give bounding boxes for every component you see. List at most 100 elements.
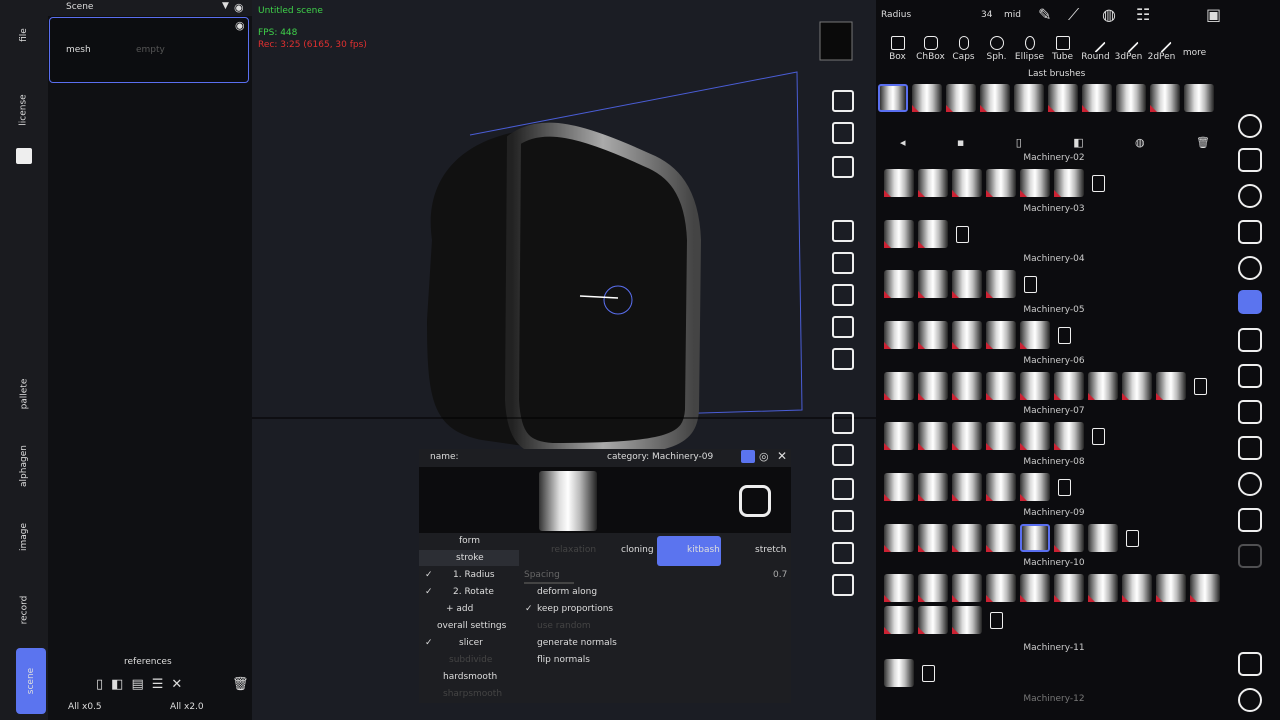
brush-thumb[interactable] [1054,372,1084,400]
brush-thumb[interactable] [1054,574,1084,602]
window-icon[interactable]: ▣ [1206,5,1221,24]
clip-icon[interactable] [1238,328,1262,352]
menu-radius[interactable]: 1. Radius [453,570,495,580]
merge-icon[interactable]: ▤ [131,677,143,692]
brush-thumb[interactable] [986,321,1016,349]
brush-thumb[interactable] [884,422,914,450]
tool-3dpen[interactable]: 3dPen [1112,33,1145,62]
brush-thumb[interactable] [1054,169,1084,197]
last-brush[interactable] [1014,84,1044,112]
rotate-check[interactable]: ✓ [425,587,433,597]
chevron-down-icon[interactable]: ▼ [222,1,229,11]
last-brush[interactable] [946,84,976,112]
pick-icon[interactable]: ✎ [1038,5,1051,24]
brush-thumb[interactable] [1190,574,1220,602]
brush-thumb[interactable] [918,372,948,400]
brush-thumb[interactable] [952,473,982,501]
brush-thumb[interactable] [952,606,982,634]
brush-thumb[interactable] [884,524,914,552]
brush-thumb[interactable] [884,574,914,602]
tab-pallete[interactable]: pallete [0,376,48,412]
brush-thumb[interactable] [952,422,982,450]
last-brush[interactable] [1082,84,1112,112]
tripod-icon[interactable] [1238,508,1262,532]
brush-icon[interactable] [1238,290,1262,314]
notes-icon[interactable] [1238,652,1262,676]
compass-icon[interactable] [1238,184,1262,208]
tab-image[interactable]: image [0,522,48,552]
mode-kitbash[interactable]: kitbash [687,545,720,555]
list-icon[interactable] [832,574,854,596]
brush-thumb[interactable] [1020,473,1050,501]
brush-thumb[interactable] [884,220,914,248]
brush-thumb[interactable] [986,422,1016,450]
radius-check[interactable]: ✓ [425,570,433,580]
palette-icon[interactable]: ◍ [1102,5,1116,24]
brush-thumb[interactable] [1156,372,1186,400]
brush-thumb[interactable] [952,524,982,552]
last-brush[interactable] [980,84,1010,112]
tool-box[interactable]: Box [881,36,914,62]
opt-keep-proportions[interactable]: keep proportions [537,604,613,614]
select-icon[interactable] [832,412,854,434]
eye-icon[interactable]: ◉ [234,1,244,14]
add-brush-icon[interactable] [1092,427,1105,445]
brush-thumb[interactable] [884,659,914,687]
add-brush-icon[interactable] [1092,174,1105,192]
brush-thumb[interactable] [884,169,914,197]
brush-thumb[interactable] [952,270,982,298]
opt-deform-along[interactable]: deform along [537,587,597,597]
back-icon[interactable]: ◂ [900,136,906,149]
menu-subdivide[interactable]: subdivide [449,655,492,665]
trash-icon[interactable]: 🗑 [232,677,249,692]
mesh-item[interactable]: mesh empty ◉ [49,17,249,83]
tab-license[interactable]: license [0,92,48,128]
brush-thumb[interactable] [884,321,914,349]
rotate-icon[interactable] [832,478,854,500]
tab-alphagen[interactable]: alphagen [0,445,48,487]
add-brush-icon[interactable] [922,664,935,682]
brush-thumb[interactable] [986,473,1016,501]
brush-thumb[interactable] [884,270,914,298]
close-icon[interactable]: ✕ [777,449,787,463]
brush-thumb[interactable] [1122,372,1152,400]
brush-thumb-selected[interactable] [1020,524,1050,552]
add-brush-icon[interactable] [1126,529,1139,547]
brush-thumb[interactable] [884,606,914,634]
brush-thumb[interactable] [986,574,1016,602]
keep-check[interactable]: ✓ [525,604,533,614]
tab-file[interactable]: file [0,20,48,50]
menu-stroke[interactable]: stroke [456,553,484,563]
brush-thumb[interactable] [986,270,1016,298]
add-brush-icon[interactable] [1194,377,1207,395]
tool-ellipse[interactable]: Ellipse [1013,36,1046,62]
brush-thumb[interactable] [1020,372,1050,400]
mode-relaxation[interactable]: relaxation [551,545,596,555]
brush-thumb[interactable] [918,524,948,552]
new-icon[interactable]: ▯ [1016,136,1022,149]
eye-icon[interactable] [1238,114,1262,138]
help-icon[interactable] [1238,688,1262,712]
brush-thumb[interactable] [1088,574,1118,602]
opt-flip-normals[interactable]: flip normals [537,655,590,665]
tool-sphere[interactable]: Sph. [980,36,1013,62]
tool-more[interactable]: more [1178,36,1211,62]
menu-sharpsmooth[interactable]: sharpsmooth [443,689,502,699]
menu-form[interactable]: form [459,536,480,546]
close-icon[interactable]: ✕ [171,677,182,692]
brush-thumb[interactable] [1088,524,1118,552]
tool-chbox[interactable]: ChBox [914,36,947,62]
arrow-down-icon[interactable] [832,316,854,338]
brush-thumb[interactable] [1122,574,1152,602]
spacing-slider[interactable] [524,582,574,584]
brush-thumb[interactable] [884,372,914,400]
brush-thumb[interactable] [1020,321,1050,349]
brush-thumb[interactable] [918,473,948,501]
move-icon[interactable] [832,348,854,370]
sphere-icon[interactable] [1238,256,1262,280]
last-brush[interactable] [1150,84,1180,112]
last-brush[interactable] [1048,84,1078,112]
brush-thumb[interactable] [986,524,1016,552]
home-icon[interactable] [832,220,854,242]
add-brush-icon[interactable] [1058,478,1071,496]
